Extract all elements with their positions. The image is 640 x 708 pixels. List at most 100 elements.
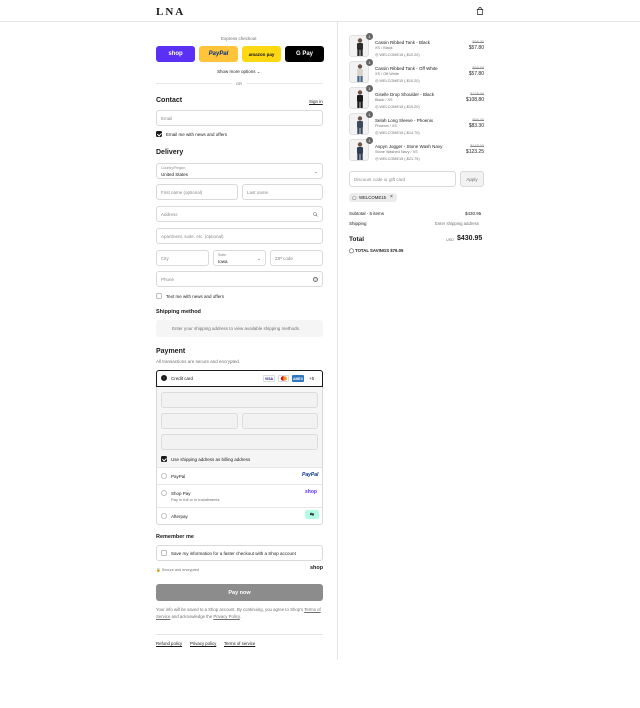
billing-address-label: Use shipping address as billing address [171, 457, 251, 462]
paypal-logo: PayPal [302, 472, 319, 478]
apartment-field[interactable]: Apartment, suite, etc. (optional) [156, 228, 323, 244]
total-value: $430.95 [457, 235, 483, 242]
product-discount: ◎ WELCOME15 (-$10.20) [375, 53, 420, 57]
quantity-badge: 1 [366, 59, 373, 66]
shipping-label: Shipping [349, 221, 367, 226]
discount-placeholder: Discount code or gift card [354, 177, 406, 182]
product-variant: Phoenix / XS [375, 124, 397, 128]
pay-now-button[interactable]: Pay now [156, 584, 323, 601]
sms-checkbox[interactable] [156, 293, 162, 299]
product-image [357, 64, 363, 82]
billing-address-checkbox[interactable] [161, 456, 167, 462]
quantity-badge: 1 [366, 33, 373, 40]
amazon-pay-button[interactable]: amazon pay [242, 46, 281, 62]
privacy-policy-link[interactable]: Privacy Policy [213, 614, 239, 619]
shopping-bag-icon[interactable] [476, 7, 484, 15]
afterpay-option-label[interactable]: Afterpay [171, 514, 188, 519]
product-variant: XS / Black [375, 46, 393, 50]
subtotal-value: $430.95 [465, 211, 482, 216]
savings-label: TOTAL SAVINGS [355, 248, 390, 253]
phone-field[interactable]: Phone ? [156, 271, 323, 287]
name-on-card-field[interactable] [161, 434, 318, 450]
shop-pay-sub-label: Pay in full or in installments [171, 497, 220, 502]
paypal-radio[interactable] [161, 473, 167, 479]
zip-field[interactable]: ZIP code [270, 250, 323, 266]
paypal-button[interactable]: PayPal [199, 46, 238, 62]
email-placeholder: Email [161, 116, 173, 121]
state-label: State [218, 253, 227, 257]
visa-icon: VISA [263, 375, 275, 382]
newsletter-checkbox[interactable] [156, 131, 162, 137]
address-placeholder: Address [161, 212, 178, 217]
sale-price: $108.80 [465, 97, 484, 103]
expiration-field[interactable] [161, 413, 238, 429]
shop-logo: shop [310, 565, 324, 571]
credit-card-radio[interactable] [161, 375, 167, 381]
city-field[interactable]: City [156, 250, 209, 266]
more-brands-label: +5 [309, 376, 315, 381]
google-pay-button[interactable]: G Pay [285, 46, 324, 62]
product-discount: ◎ WELCOME15 (-$10.20) [375, 79, 420, 83]
sign-in-link[interactable]: Sign in [309, 99, 323, 104]
divider [157, 507, 322, 508]
privacy-policy-footer-link[interactable]: Privacy policy [190, 641, 216, 646]
last-name-placeholder: Last name [247, 190, 269, 195]
savings-value: $76.05 [390, 248, 404, 253]
first-name-placeholder: First name (optional) [161, 190, 203, 195]
product-discount: ◎ WELCOME15 (-$19.20) [375, 105, 420, 109]
original-price: $128.00 [470, 92, 484, 96]
original-price: $145.00 [470, 144, 484, 148]
total-savings-row: ◯ TOTAL SAVINGS $76.05 [349, 248, 403, 254]
remember-me-title: Remember me [156, 534, 194, 540]
product-name: Cassin Ribbed Tank - Black [375, 40, 430, 45]
original-price: $68.00 [472, 66, 484, 70]
last-name-field[interactable]: Last name [242, 184, 323, 200]
legal-line1: Your info will be saved to a Shop accoun… [156, 607, 304, 612]
shop-pay-option-label[interactable]: Shop Pay [171, 491, 191, 496]
state-select[interactable]: State Iowa ⌄ [213, 250, 266, 266]
country-select[interactable]: Country/Region United States ⌄ [156, 163, 323, 179]
paypal-option-label[interactable]: PayPal [171, 474, 185, 479]
shop-pay-button[interactable]: shop [156, 46, 195, 62]
afterpay-radio[interactable] [161, 513, 167, 519]
country-value: United States [161, 172, 189, 177]
remember-me-checkbox[interactable] [161, 550, 167, 556]
secure-encrypted-text: 🔒 Secure and encrypted [156, 567, 199, 572]
refund-policy-link[interactable]: Refund policy [156, 641, 182, 646]
product-name: Cassin Ribbed Tank - Off White [375, 66, 438, 71]
apply-button[interactable]: Apply [460, 171, 484, 187]
product-variant: Stone Washed Navy / XS [375, 150, 418, 154]
show-more-options-link[interactable]: Show more options ⌄ [217, 69, 261, 75]
applied-code-label: WELCOME15 [359, 195, 386, 200]
address-field[interactable]: Address [156, 206, 323, 222]
shop-pay-radio[interactable] [161, 490, 167, 496]
zip-placeholder: ZIP code [275, 256, 293, 261]
terms-of-service-footer-link[interactable]: Terms of service [224, 641, 255, 646]
quantity-badge: 1 [366, 85, 373, 92]
legal-period: . [239, 614, 241, 619]
remove-code-icon[interactable]: × [390, 194, 393, 200]
tag-icon: ◯ [352, 195, 357, 200]
express-checkout-title: Express checkout [221, 36, 257, 41]
panel-divider [337, 22, 338, 660]
divider [157, 484, 322, 485]
product-variant: XS / Off White [375, 72, 399, 76]
total-label: Total [349, 236, 365, 243]
shipping-method-title: Shipping method [156, 309, 201, 315]
newsletter-label: Email me with news and offers [166, 132, 227, 137]
secure-label: Secure and encrypted [161, 568, 199, 572]
subtotal-label: Subtotal · 5 items [349, 211, 385, 216]
security-code-field[interactable] [242, 413, 318, 429]
store-logo[interactable]: LNA [156, 6, 185, 18]
product-discount: ◎ WELCOME15 (-$21.75) [375, 157, 420, 161]
phone-placeholder: Phone [161, 277, 175, 282]
product-variant: Black / XS [375, 98, 393, 102]
card-number-field[interactable] [161, 392, 318, 408]
email-field[interactable]: Email [156, 110, 323, 126]
amex-icon: AMEX [292, 375, 304, 382]
help-icon[interactable]: ? [313, 277, 318, 282]
search-icon [313, 212, 318, 217]
first-name-field[interactable]: First name (optional) [156, 184, 238, 200]
or-divider-left [156, 83, 232, 84]
discount-code-field[interactable]: Discount code or gift card [349, 171, 456, 187]
